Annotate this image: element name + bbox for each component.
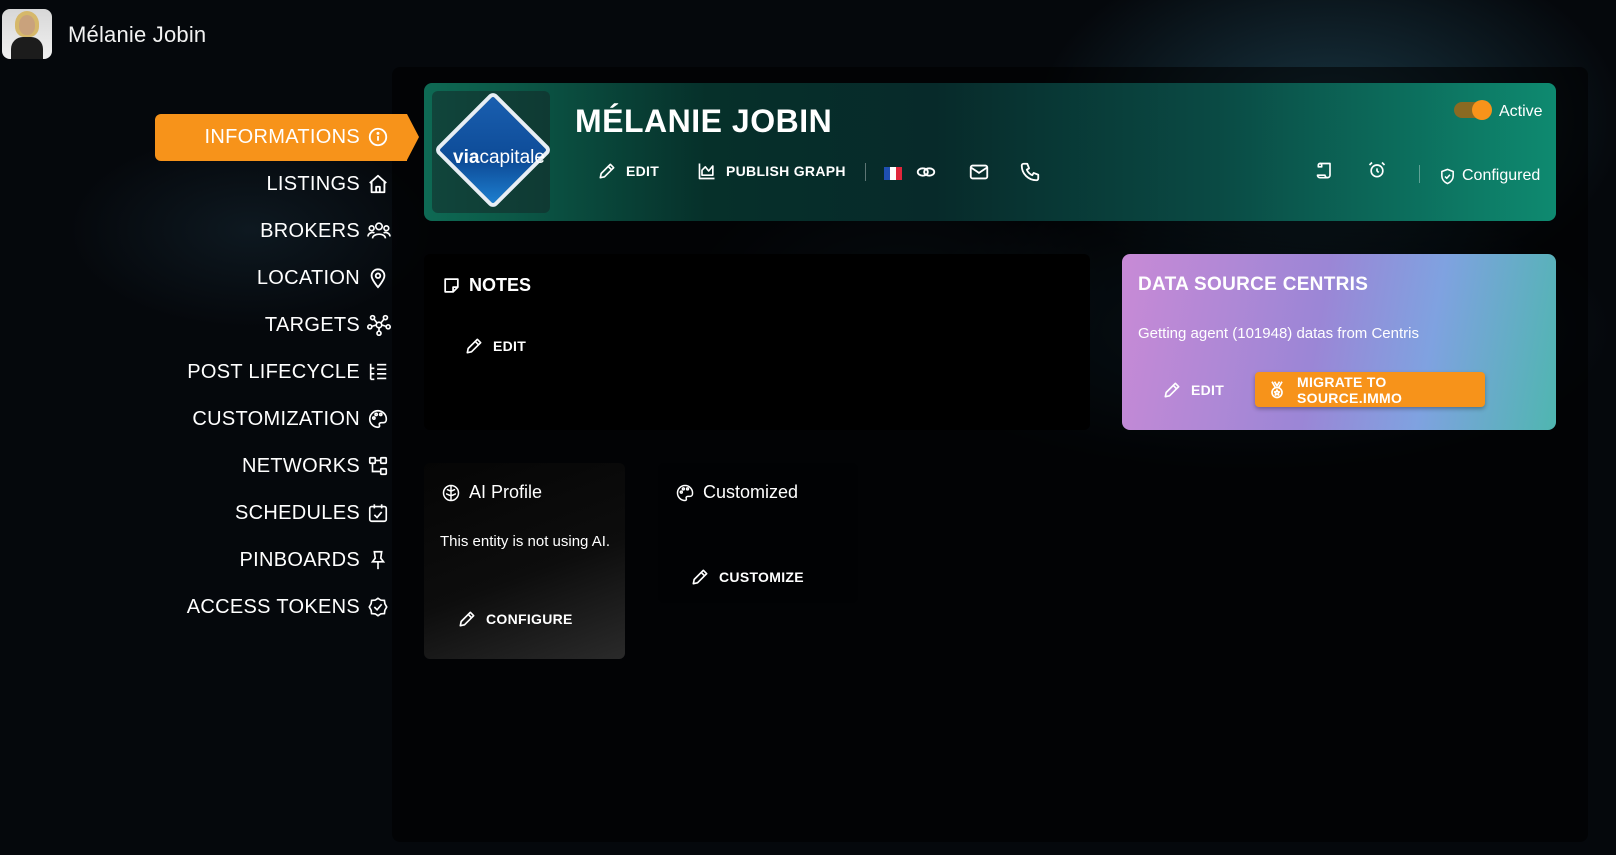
ai-profile-card: AI Profile This entity is not using AI. …	[424, 463, 625, 659]
chart-area-icon	[697, 161, 717, 181]
data-source-description: Getting agent (101948) datas from Centri…	[1138, 325, 1419, 342]
phone-icon[interactable]	[1019, 161, 1041, 188]
sidebar-item-brokers[interactable]: BROKERS	[155, 208, 407, 255]
sidebar-item-schedules[interactable]: SCHEDULES	[155, 490, 407, 537]
palette-icon	[367, 408, 389, 430]
notes-title-label: NOTES	[469, 275, 532, 295]
sidebar-item-location[interactable]: LOCATION	[155, 255, 407, 302]
pencil-icon	[597, 161, 617, 181]
scroll-icon[interactable]	[1315, 161, 1335, 186]
sidebar-item-post-lifecycle[interactable]: POST LIFECYCLE	[155, 349, 407, 396]
profile-name: MÉLANIE JOBIN	[575, 103, 833, 139]
edit-notes-button[interactable]: EDIT	[464, 336, 526, 356]
sidebar-item-label: NETWORKS	[242, 455, 360, 477]
customized-card: Customized CUSTOMIZE	[658, 463, 858, 603]
sidebar-item-label: LOCATION	[256, 267, 360, 289]
shield-check-icon	[1439, 168, 1456, 185]
sidebar-item-label: INFORMATIONS	[204, 126, 360, 148]
ai-profile-description: This entity is not using AI.	[440, 533, 611, 550]
sidebar-item-listings[interactable]: LISTINGS	[155, 161, 407, 208]
pencil-icon	[457, 609, 477, 629]
avatar[interactable]	[2, 9, 52, 59]
alarm-clock-icon[interactable]	[1367, 160, 1387, 185]
mail-icon[interactable]	[968, 161, 990, 188]
ai-profile-title-label: AI Profile	[469, 482, 543, 502]
active-toggle[interactable]	[1454, 100, 1492, 120]
pencil-icon	[690, 567, 710, 587]
french-flag-icon[interactable]	[884, 167, 902, 185]
data-source-title: DATA SOURCE CENTRIS	[1138, 274, 1369, 295]
badge-check-icon	[367, 596, 389, 618]
sticky-note-icon	[442, 276, 461, 295]
publish-graph-label: PUBLISH GRAPH	[726, 163, 846, 179]
customized-title-label: Customized	[703, 482, 799, 502]
pencil-icon	[1162, 380, 1182, 400]
sidebar-item-informations[interactable]: INFORMATIONS	[155, 114, 419, 161]
map-pin-icon	[367, 267, 389, 289]
list-tree-icon	[367, 361, 389, 383]
pin-icon	[367, 549, 389, 571]
user-header: Mélanie Jobin	[0, 0, 600, 70]
edit-profile-button[interactable]: EDIT	[597, 161, 659, 181]
customize-button[interactable]: CUSTOMIZE	[690, 567, 804, 587]
edit-label: EDIT	[1191, 382, 1225, 398]
sidebar-item-label: ACCESS TOKENS	[186, 596, 360, 618]
notes-card: NOTES EDIT	[424, 254, 1090, 430]
logo-text-bold: via	[453, 147, 480, 168]
data-source-card: DATA SOURCE CENTRIS Getting agent (10194…	[1122, 254, 1556, 430]
home-icon	[367, 173, 389, 195]
edit-label: EDIT	[626, 163, 660, 179]
edit-data-source-button[interactable]: EDIT	[1162, 380, 1224, 400]
sidebar-item-label: SCHEDULES	[235, 502, 360, 524]
customized-title: Customized	[675, 482, 798, 503]
pencil-icon	[464, 336, 484, 356]
link-icon[interactable]	[915, 161, 937, 188]
sidebar-item-access-tokens[interactable]: ACCESS TOKENS	[155, 584, 407, 631]
edit-label: EDIT	[493, 338, 527, 354]
user-name: Mélanie Jobin	[68, 22, 207, 47]
ai-profile-title: AI Profile	[441, 482, 542, 503]
sitemap-icon	[367, 455, 389, 477]
profile-header-card: viacapitale MÉLANIE JOBIN EDIT PUBLISH G…	[424, 83, 1556, 221]
sidebar-item-label: TARGETS	[264, 314, 360, 336]
sidebar-item-label: BROKERS	[260, 220, 360, 242]
configure-label: CONFIGURE	[486, 611, 573, 627]
sidebar-item-label: PINBOARDS	[239, 549, 360, 571]
sidebar-item-label: CUSTOMIZATION	[192, 408, 360, 430]
configured-status: Configured	[1439, 167, 1540, 185]
migrate-to-source-immo-button[interactable]: MIGRATE TO SOURCE.IMMO	[1255, 372, 1485, 407]
sidebar-item-targets[interactable]: TARGETS	[155, 302, 407, 349]
active-status-label: Active	[1499, 103, 1543, 120]
network-icon	[367, 314, 391, 336]
sidebar-item-label: LISTINGS	[266, 173, 360, 195]
publish-graph-button[interactable]: PUBLISH GRAPH	[697, 161, 846, 181]
palette-icon	[675, 483, 695, 503]
notes-title: NOTES	[442, 275, 531, 296]
medal-icon	[1267, 380, 1287, 400]
sidebar-item-pinboards[interactable]: PINBOARDS	[155, 537, 407, 584]
sidebar: INFORMATIONS LISTINGS BROKERS LOCATION T…	[155, 114, 419, 631]
configured-label: Configured	[1462, 167, 1541, 184]
brain-icon	[441, 483, 461, 503]
company-logo: viacapitale	[432, 90, 553, 213]
customize-label: CUSTOMIZE	[719, 569, 804, 585]
sidebar-item-networks[interactable]: NETWORKS	[155, 443, 407, 490]
info-icon	[367, 126, 389, 148]
logo-text-rest: capitale	[479, 147, 545, 168]
calendar-check-icon	[367, 502, 389, 524]
sidebar-item-label: POST LIFECYCLE	[187, 361, 360, 383]
users-icon	[367, 220, 391, 242]
migrate-label: MIGRATE TO SOURCE.IMMO	[1297, 373, 1403, 406]
configure-ai-button[interactable]: CONFIGURE	[457, 609, 573, 629]
sidebar-item-customization[interactable]: CUSTOMIZATION	[155, 396, 407, 443]
